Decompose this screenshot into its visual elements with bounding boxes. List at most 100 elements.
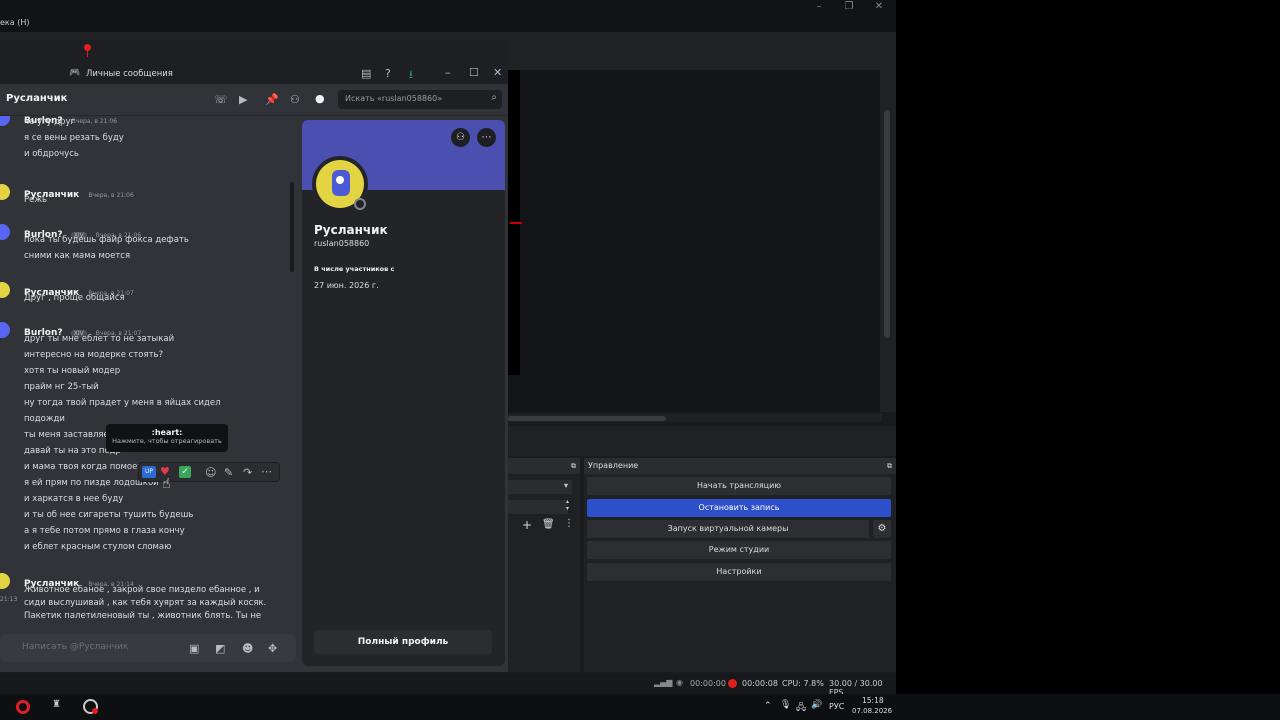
controls-dock-title: Управление ⧉ — [584, 458, 896, 474]
up-reaction-icon[interactable]: UP — [142, 466, 156, 478]
settings-button[interactable]: Настройки — [587, 563, 891, 581]
message-input-placeholder: Написать @Русланчик — [22, 642, 129, 652]
more-icon[interactable]: ⋯ — [261, 465, 272, 478]
message-text: прайм нг 25-тый — [24, 382, 99, 392]
record-time: 00:00:08 — [742, 679, 778, 688]
search-placeholder: Искать «ruslan058860» — [345, 94, 443, 103]
pin-marker-icon — [84, 44, 91, 57]
add-icon[interactable]: + — [522, 518, 532, 532]
studio-mode-button[interactable]: Режим студии — [587, 541, 891, 559]
taskbar: ♜ ⌃ 🎙 🖧 🔊 РУС 15:18 07.08.2026 — [0, 694, 1280, 720]
check-mark-icon[interactable]: ✓ — [179, 466, 191, 478]
dock-spinbox[interactable] — [508, 500, 568, 514]
apps-icon[interactable]: ✥ — [268, 642, 277, 655]
avatar[interactable] — [0, 224, 10, 240]
opera-icon[interactable] — [16, 700, 30, 714]
start-stream-button[interactable]: Начать трансляцию — [587, 477, 891, 495]
more-vertical-icon[interactable]: ⋮ — [564, 518, 574, 529]
avatar[interactable] — [0, 184, 10, 200]
message-text: Режь — [24, 195, 48, 205]
language-indicator[interactable]: РУС — [829, 702, 844, 711]
chat-messages: Burlon? Вчера, в 21:06 че угу друг я се … — [0, 116, 296, 630]
obs-band — [508, 426, 896, 456]
clock-date[interactable]: 07.08.2026 — [852, 707, 892, 715]
discord-icon: 🎮 — [69, 68, 81, 78]
chevron-down-icon: ▾ — [563, 481, 568, 490]
obs-vertical-scrollbar[interactable] — [884, 110, 890, 338]
dm-recipient-name: Русланчик — [6, 93, 68, 104]
voice-call-icon[interactable]: ☏ — [214, 93, 228, 106]
message-text: че угу друг — [24, 117, 75, 127]
controls-title: Управление — [588, 461, 639, 470]
obs-taskbar-icon[interactable] — [83, 699, 98, 714]
tooltip-emoji-name: :heart: — [151, 428, 183, 437]
stop-recording-button[interactable]: Остановить запись — [587, 499, 891, 517]
more-icon[interactable]: ⋯ — [477, 128, 496, 147]
dock-title-bar: ⧉ — [508, 458, 580, 474]
start-virtual-camera-button[interactable]: Запуск виртуальной камеры — [587, 520, 869, 538]
message-hover-toolbar: UP ♥ ✓ ☺ ✎ ↷ ⋯ — [138, 462, 280, 482]
restore-icon[interactable]: ❐ — [834, 0, 864, 14]
message-text: сними как мама моется — [24, 251, 131, 261]
clock-time[interactable]: 15:18 — [862, 696, 884, 705]
message-text: я се вены резать буду — [24, 133, 124, 143]
app-icon[interactable]: ♜ — [52, 699, 61, 710]
download-icon[interactable]: ⭳ — [409, 66, 413, 85]
forward-icon[interactable]: ↷ — [243, 466, 252, 479]
member-since-date: 27 июн. 2026 г. — [314, 281, 379, 290]
emoji-icon[interactable]: ☻ — [242, 642, 253, 655]
signal-icon: ▂▄▆ — [654, 678, 673, 687]
dock-select[interactable]: ▾ — [508, 480, 572, 494]
add-reaction-icon[interactable]: ☺ — [205, 466, 216, 479]
chevron-up-icon[interactable]: ⌃ — [764, 701, 772, 711]
undock-icon[interactable]: ⧉ — [887, 458, 896, 474]
network-icon[interactable]: 🖧 — [796, 700, 806, 716]
member-since-label: В числе участников с — [314, 265, 395, 273]
maximize-icon[interactable]: ☐ — [469, 66, 479, 79]
add-friends-icon[interactable]: ⚇ — [290, 93, 300, 106]
message-text: сиди выслушивай , как тебя хуярят за каж… — [24, 598, 267, 608]
message-text: Животное ебаное , закрой свое пиздело еб… — [24, 585, 260, 595]
minimize-icon[interactable]: – — [445, 66, 451, 79]
message-text: пока ты будешь файр фокса дефать — [24, 235, 189, 245]
close-icon[interactable]: ✕ — [864, 0, 894, 14]
gear-icon[interactable]: ⚙ — [873, 520, 891, 538]
spin-arrows-icon[interactable]: ▴ ▾ — [566, 498, 569, 512]
cpu-usage: CPU: 7.8% — [782, 679, 824, 688]
inbox-icon[interactable]: ▤ — [361, 67, 371, 80]
pin-icon[interactable]: 📌 — [265, 93, 279, 106]
edit-icon[interactable]: ✎ — [224, 466, 233, 479]
sticker-icon[interactable]: ◩ — [215, 642, 225, 655]
tooltip-hint: Нажмите, чтобы отреагировать — [112, 437, 222, 445]
avatar[interactable] — [0, 116, 10, 126]
message-text: ну тогда твой прадет у меня в яйцах сиде… — [24, 398, 221, 408]
obs-horizontal-scrollbar[interactable] — [508, 416, 666, 421]
search-icon[interactable]: ⌕ — [491, 92, 497, 103]
window-title: Личные сообщения — [86, 69, 173, 79]
user-profile-icon[interactable]: ● — [315, 92, 325, 105]
microphone-icon[interactable]: 🎙 — [780, 700, 791, 710]
help-icon[interactable]: ? — [385, 67, 391, 80]
chat-scrollbar[interactable] — [290, 182, 294, 272]
trash-icon[interactable]: 🗑 — [542, 519, 555, 530]
minimize-icon[interactable]: – — [804, 0, 834, 14]
volume-icon[interactable]: 🔊 — [811, 700, 822, 710]
avatar[interactable] — [0, 573, 10, 589]
message-text: и еблет красным стулом сломаю — [24, 542, 172, 552]
profile-username[interactable]: ruslan058860 — [314, 239, 369, 248]
gif-icon[interactable]: ▣ — [189, 642, 199, 655]
avatar[interactable] — [0, 322, 10, 338]
avatar[interactable] — [0, 282, 10, 298]
full-profile-button[interactable]: Полный профиль — [314, 630, 492, 654]
add-friend-icon[interactable]: ⚇ — [451, 128, 470, 147]
message-input[interactable]: Написать @Русланчик ▣ ◩ ☻ ✥ — [0, 634, 296, 662]
message-text: друг ты мне еблет то не затыкай — [24, 334, 175, 344]
search-box[interactable]: Искать «ruslan058860» ⌕ — [338, 90, 502, 109]
mouse-cursor-icon: ☝ — [162, 476, 171, 492]
video-call-icon[interactable]: ▶ — [239, 93, 247, 106]
message-text: а я тебе потом прямо в глаза кончу — [24, 526, 185, 536]
message-text: и ты об нее сигареты тушить будешь — [24, 510, 194, 520]
stream-time: 00:00:00 — [690, 679, 726, 688]
stream-icon: ◉ — [676, 678, 683, 687]
close-icon[interactable]: ✕ — [493, 66, 502, 79]
